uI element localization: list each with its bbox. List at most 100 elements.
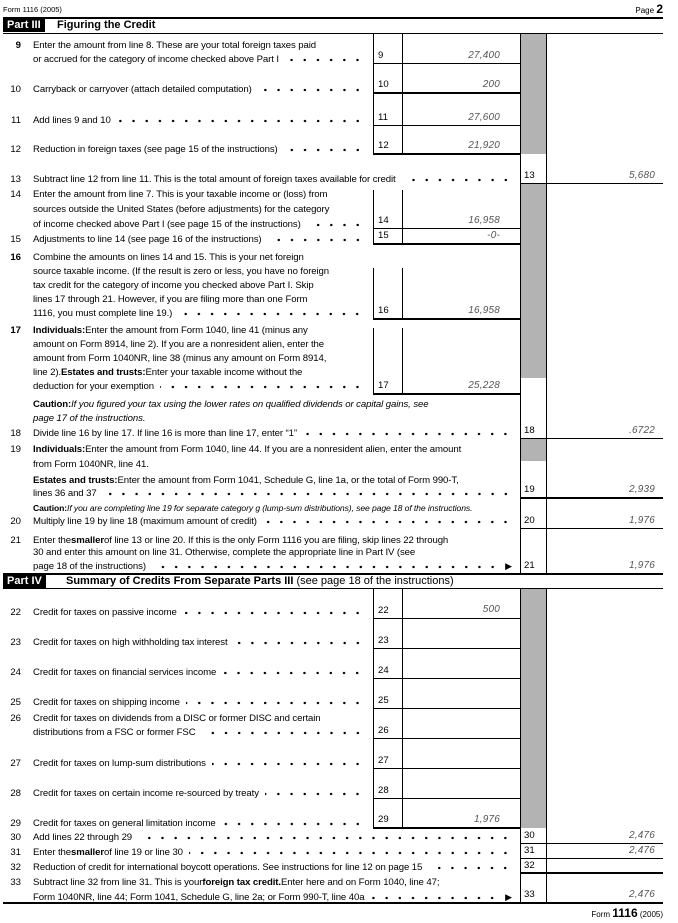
amount-field-line-18[interactable]: .6722 <box>550 425 655 437</box>
line-text: Credit for taxes on high withholding tax… <box>33 637 364 649</box>
amount-field-line-12[interactable]: 21,920 <box>405 140 500 152</box>
amount-field-line-13[interactable]: 5,680 <box>550 170 655 182</box>
dot-leader <box>182 607 364 615</box>
amount-field-line-30[interactable]: 2,476 <box>550 830 655 842</box>
text-segment: of income checked above Part I (see page… <box>33 219 301 230</box>
text-segment: Enter the amount from line 7. This is yo… <box>33 189 328 200</box>
bold-label: Estates and trusts: <box>33 475 118 486</box>
line-text: of income checked above Part I (see page… <box>33 219 364 231</box>
text-segment: of line 19 or line 30 <box>103 847 183 858</box>
text-segment: Enter the amount from Form 1041, Schedul… <box>117 475 459 486</box>
row-rule <box>520 497 663 499</box>
line-number: 25 <box>10 697 21 708</box>
row-rule <box>520 528 663 529</box>
text-segment: Credit for taxes on general limitation i… <box>33 818 216 829</box>
line-text: sources outside the United States (befor… <box>33 204 364 216</box>
bold-label: Individuals: <box>33 444 86 455</box>
amount-field-line-9[interactable]: 27,400 <box>405 50 500 62</box>
line-text: tax credit for the category of income yo… <box>33 280 364 292</box>
column-divider <box>520 34 521 574</box>
amount-field-line-10[interactable]: 200 <box>405 79 500 91</box>
shaded-cell <box>521 589 546 828</box>
line-text: Divide line 16 by line 17. If line 16 is… <box>33 428 512 440</box>
text-segment: Enter the amount from line 8. These are … <box>33 40 317 51</box>
line-number: 19 <box>10 444 21 455</box>
line-text: Adjustments to line 14 (see page 16 of t… <box>33 234 364 246</box>
box-number: 21 <box>524 560 535 571</box>
amount-field-line-21[interactable]: 1,976 <box>550 560 655 572</box>
line-text: amount from Form 1040NR, line 38 (minus … <box>33 353 364 365</box>
dot-leader <box>211 758 364 766</box>
part4-title: Summary of Credits From Separate Parts I… <box>66 575 454 588</box>
line-text: lines 17 through 21. However, if you are… <box>33 294 364 306</box>
text-segment: of line 13 or line 20. If this is the on… <box>103 535 449 546</box>
text-segment: Subtract line 12 from line 11. This is t… <box>33 174 396 185</box>
caution-text: page 17 of the instructions. <box>33 413 512 425</box>
caution-note-lump-sum: Caution: If you are completing line 19 f… <box>33 502 512 514</box>
row-rule <box>373 153 520 155</box>
dot-leader <box>233 637 364 645</box>
line-number: 30 <box>10 832 21 843</box>
text-segment: 1116, you must complete line 19.) <box>33 308 173 319</box>
row-rule <box>373 768 520 769</box>
text-segment: page 17 of the instructions. <box>33 413 146 424</box>
text-segment: Add lines 9 and 10 <box>33 115 111 126</box>
bold-word: smaller <box>71 535 104 546</box>
box-number: 20 <box>524 515 535 526</box>
amount-field-line-29[interactable]: 1,976 <box>405 814 500 826</box>
row-rule <box>373 708 520 709</box>
text-segment: Reduction of credit for international bo… <box>33 862 423 873</box>
inner-box-divider <box>402 34 403 155</box>
dot-leader <box>138 832 512 840</box>
box-number: 12 <box>378 140 389 151</box>
text-segment: Credit for taxes on shipping income <box>33 697 180 708</box>
part3-title: Figuring the Credit <box>57 19 155 32</box>
text-segment: Enter the <box>33 847 72 858</box>
line-text: Enter the amount from line 8. These are … <box>33 40 364 52</box>
caution-label: Caution: <box>33 399 72 410</box>
inner-box-divider <box>402 268 403 320</box>
amount-field-line-19[interactable]: 2,939 <box>550 484 655 496</box>
amount-field-line-33[interactable]: 2,476 <box>550 889 655 901</box>
rule-part4-header-bottom <box>3 588 663 589</box>
box-number: 17 <box>378 380 389 391</box>
box-number: 11 <box>378 112 388 123</box>
text-segment: sources outside the United States (befor… <box>33 204 330 215</box>
amount-field-line-14[interactable]: 16,958 <box>405 215 500 227</box>
amount-field-line-20[interactable]: 1,976 <box>550 515 655 527</box>
arrow-right-icon: ▶ <box>505 892 512 902</box>
line-number: 15 <box>10 234 21 245</box>
row-rule <box>520 438 663 439</box>
row-rule <box>373 393 520 395</box>
line-text: or accrued for the category of income ch… <box>33 54 364 66</box>
amount-field-line-17[interactable]: 25,228 <box>405 380 500 392</box>
dot-leader <box>264 788 364 796</box>
dot-leader <box>284 54 364 62</box>
box-number: 32 <box>524 860 535 871</box>
row-rule <box>373 618 520 619</box>
line-text: Credit for taxes on shipping income <box>33 697 364 709</box>
amount-field-line-22[interactable]: 500 <box>405 604 500 616</box>
dot-leader <box>306 219 364 227</box>
dot-leader <box>185 697 364 705</box>
line-text: 30 and enter this amount on line 31. Oth… <box>33 547 512 559</box>
dot-leader <box>303 428 512 436</box>
text-segment: page 18 of the instructions) <box>33 561 146 572</box>
text-segment: 30 and enter this amount on line 31. Oth… <box>33 547 416 558</box>
line-text: Reduction in foreign taxes (see page 15 … <box>33 144 364 156</box>
amount-field-line-16[interactable]: 16,958 <box>405 305 500 317</box>
text-segment: source taxable income. (If the result is… <box>33 266 330 277</box>
line-number: 17 <box>10 325 21 336</box>
box-number: 23 <box>378 635 389 646</box>
box-number: 33 <box>524 889 535 900</box>
row-rule <box>520 843 663 844</box>
text-segment: Credit for taxes on passive income <box>33 607 177 618</box>
line-number: 21 <box>10 535 21 546</box>
line-number: 13 <box>10 174 21 185</box>
line-number: 22 <box>10 607 21 618</box>
amount-field-line-31[interactable]: 2,476 <box>550 845 655 857</box>
amount-field-line-15[interactable]: -0- <box>405 230 500 242</box>
footer-form-number: 1116 <box>612 906 638 920</box>
dot-leader <box>221 818 364 826</box>
amount-field-line-11[interactable]: 27,600 <box>405 112 500 124</box>
